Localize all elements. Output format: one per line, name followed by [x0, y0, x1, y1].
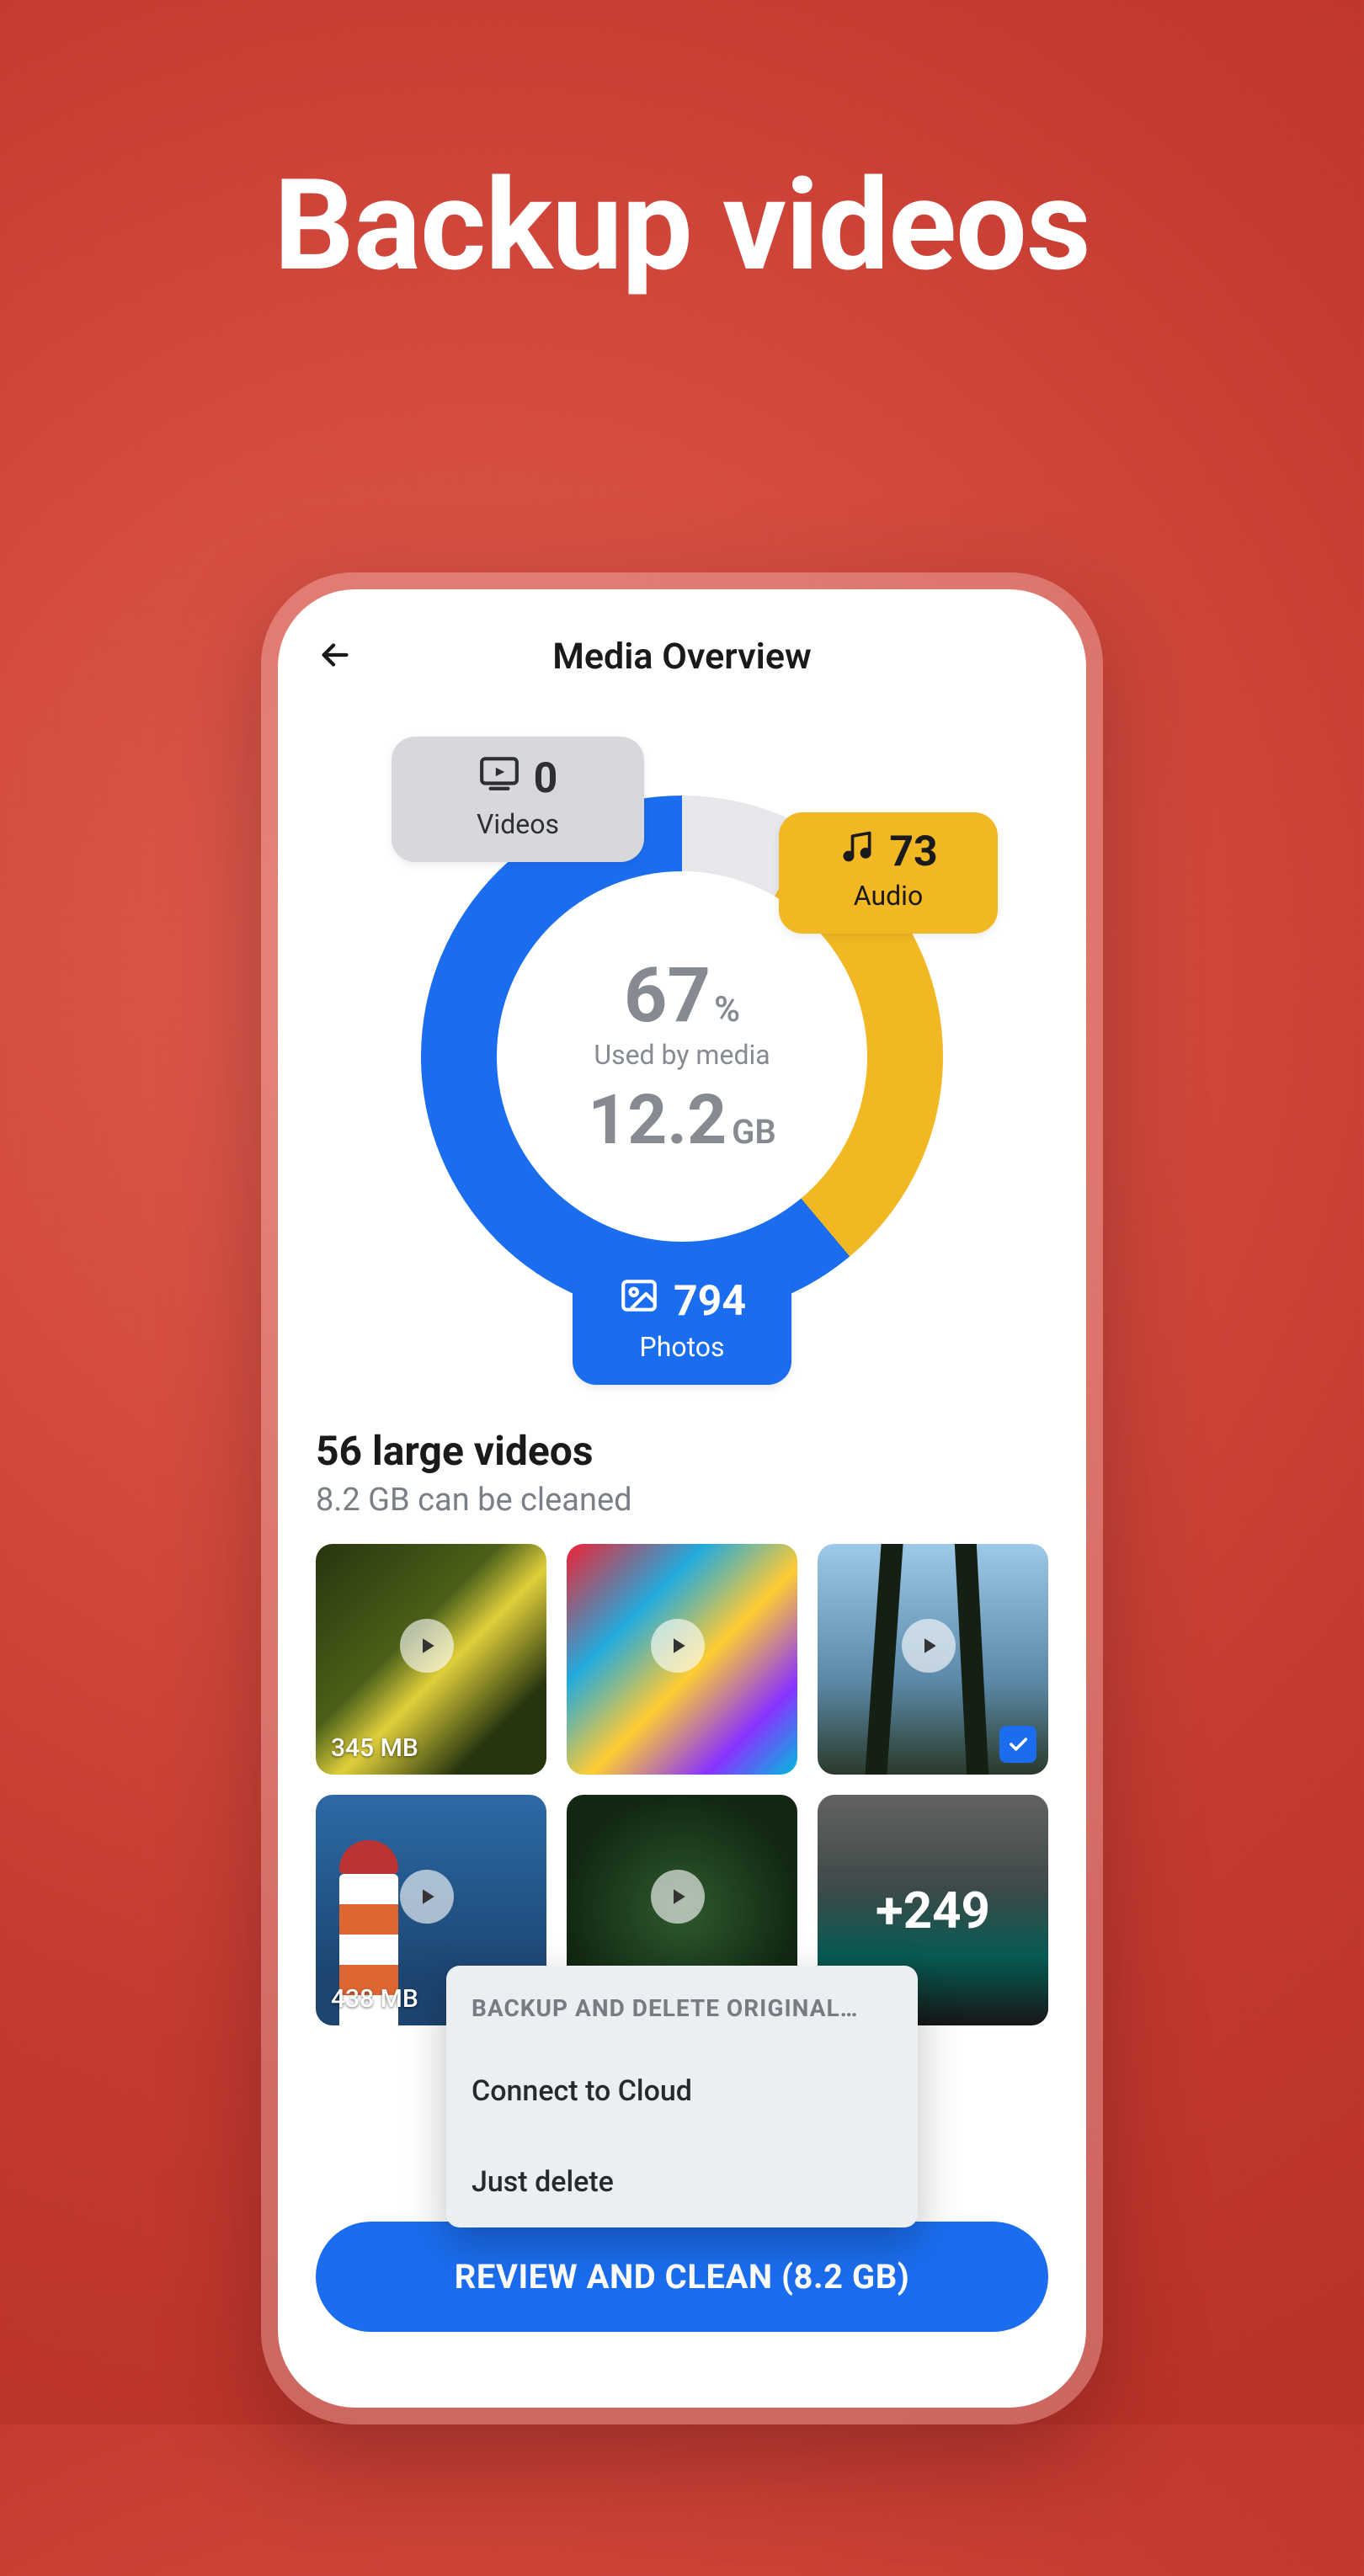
- phone-frame: Media Overview 67% Used by media 12.2GB: [261, 572, 1103, 2424]
- checkbox-checked[interactable]: [999, 1726, 1036, 1763]
- video-size: 438 MB: [331, 1984, 418, 2014]
- large-videos-section: 56 large videos 8.2 GB can be cleaned: [278, 1376, 1086, 1519]
- hero-title: Backup videos: [0, 152, 1364, 300]
- menu-item-connect-cloud[interactable]: Connect to Cloud: [446, 2046, 918, 2137]
- video-thumb[interactable]: [567, 1544, 797, 1775]
- video-icon: [478, 752, 520, 805]
- video-thumb[interactable]: 345 MB: [316, 1544, 546, 1775]
- play-icon: [400, 1870, 454, 1924]
- play-icon: [400, 1619, 454, 1673]
- section-subtitle: 8.2 GB can be cleaned: [316, 1482, 1048, 1519]
- music-icon: [839, 828, 876, 876]
- review-clean-button[interactable]: REVIEW AND CLEAN (8.2 GB): [316, 2222, 1048, 2332]
- app-screen: Media Overview 67% Used by media 12.2GB: [278, 589, 1086, 2408]
- video-thumb[interactable]: [818, 1544, 1048, 1775]
- context-menu-title: BACKUP AND DELETE ORIGINAL…: [446, 1966, 918, 2046]
- play-icon: [902, 1619, 956, 1673]
- category-card-photos[interactable]: 794 Photos: [573, 1259, 791, 1385]
- usage-total-value: 12.2: [588, 1080, 727, 1161]
- photo-icon: [618, 1275, 660, 1328]
- photos-label: Photos: [640, 1331, 725, 1363]
- section-title: 56 large videos: [316, 1427, 1048, 1475]
- videos-label: Videos: [477, 808, 559, 840]
- play-icon: [651, 1619, 705, 1673]
- context-menu: BACKUP AND DELETE ORIGINAL… Connect to C…: [446, 1966, 918, 2227]
- video-size: 345 MB: [331, 1733, 418, 1763]
- usage-total: 12.2GB: [588, 1086, 776, 1155]
- category-card-videos[interactable]: 0 Videos: [392, 737, 644, 862]
- menu-item-just-delete[interactable]: Just delete: [446, 2137, 918, 2227]
- app-bar: Media Overview: [278, 589, 1086, 703]
- percent-sign: %: [714, 989, 740, 1030]
- play-icon: [651, 1870, 705, 1924]
- usage-percent: 67%: [624, 958, 740, 1034]
- more-count: +249: [876, 1881, 990, 1940]
- audio-label: Audio: [854, 880, 923, 912]
- video-grid: 345 MB 438 MB 99 MB: [278, 1519, 1086, 2025]
- usage-percent-value: 67: [624, 951, 711, 1040]
- category-card-audio[interactable]: 73 Audio: [779, 812, 998, 934]
- usage-caption: Used by media: [594, 1039, 770, 1071]
- audio-count: 73: [889, 828, 937, 876]
- media-usage-chart: 67% Used by media 12.2GB 0 Videos: [278, 703, 1086, 1376]
- usage-total-unit: GB: [732, 1112, 776, 1152]
- screen-title: Media Overview: [316, 636, 1048, 678]
- videos-count: 0: [534, 754, 558, 803]
- photos-count: 794: [674, 1277, 746, 1326]
